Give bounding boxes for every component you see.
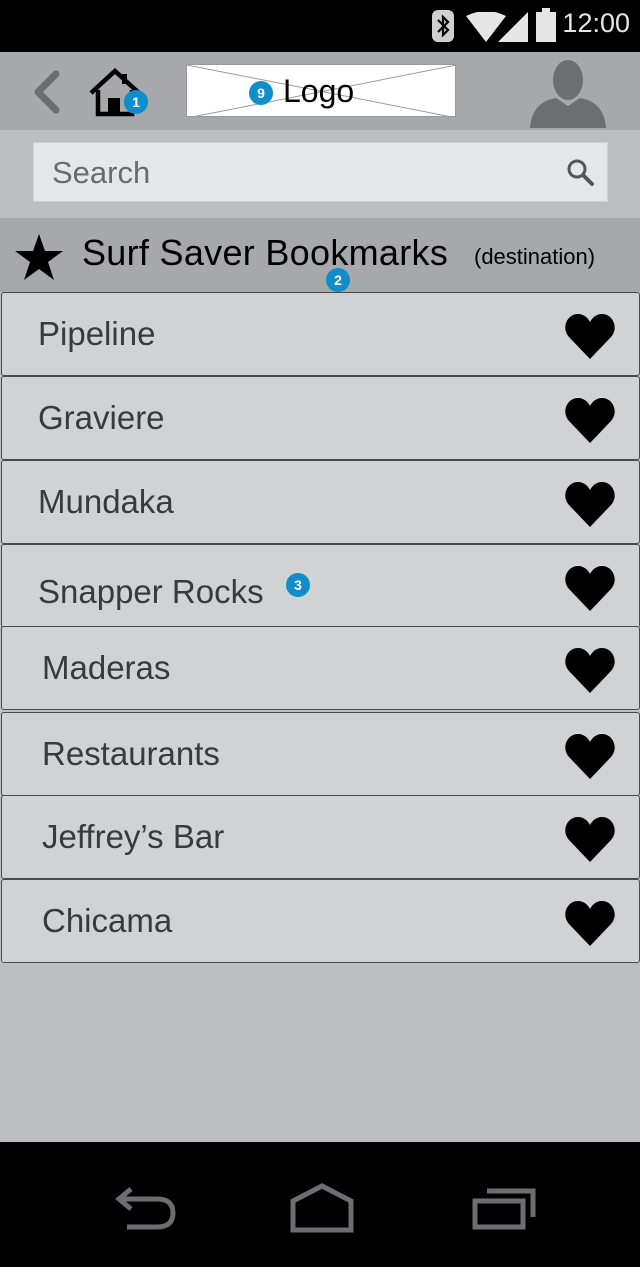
list-item[interactable]: Maderas [1, 626, 640, 710]
nav-recents-icon [472, 1188, 536, 1230]
signal-icon [498, 12, 528, 42]
list-item[interactable]: Restaurants [1, 712, 640, 796]
status-time: 12:00 [562, 8, 630, 38]
annotation-badge: 1 [124, 90, 148, 114]
nav-back-icon [115, 1187, 176, 1230]
avatar-icon[interactable] [528, 58, 608, 128]
list-item[interactable]: Mundaka [1, 460, 640, 544]
heart-icon[interactable] [565, 481, 615, 527]
section-title: Surf Saver Bookmarks [82, 232, 449, 273]
nav-home-icon [290, 1183, 354, 1233]
list-item[interactable]: Chicama [1, 879, 640, 963]
star-icon [15, 234, 63, 280]
heart-icon[interactable] [565, 733, 615, 779]
section-subtitle: (destination) [474, 244, 596, 269]
list-item[interactable]: Pipeline [1, 292, 640, 376]
bookmark-label: Pipeline [38, 315, 156, 352]
heart-icon[interactable] [565, 647, 615, 693]
system-nav-bar [0, 1142, 640, 1267]
status-bar: 12:00 [0, 0, 640, 52]
heart-icon[interactable] [565, 900, 615, 946]
battery-icon [536, 8, 556, 42]
list-item[interactable]: Graviere [1, 376, 640, 460]
bookmark-label: Snapper Rocks [38, 573, 264, 610]
list-item[interactable]: Jeffrey’s Bar [1, 795, 640, 879]
heart-icon[interactable] [565, 397, 615, 443]
app-header: 1 9 Logo [0, 52, 640, 130]
section-header: Surf Saver Bookmarks (destination) 2 [0, 218, 640, 292]
logo-placeholder: 9 Logo [186, 64, 456, 117]
search-box[interactable] [33, 142, 608, 202]
app-screen: 1 9 Logo Surf Saver Bookmar [0, 52, 640, 1142]
list-item[interactable]: Snapper Rocks 3 [1, 544, 640, 628]
bluetooth-icon [432, 10, 454, 42]
bookmark-label: Graviere [38, 399, 165, 436]
annotation-badge: 2 [326, 268, 350, 292]
nav-home-button[interactable] [282, 1178, 362, 1238]
nav-recents-button[interactable] [462, 1178, 542, 1238]
bookmark-label: Maderas [42, 649, 171, 686]
search-bar [0, 130, 640, 218]
bookmark-label: Mundaka [38, 483, 174, 520]
bookmark-label: Jeffrey’s Bar [42, 818, 225, 855]
heart-icon[interactable] [565, 565, 615, 611]
bookmark-label: Restaurants [42, 735, 220, 772]
search-input[interactable] [52, 153, 552, 193]
back-icon[interactable] [28, 68, 68, 116]
bookmark-label: Chicama [42, 902, 173, 939]
search-icon[interactable] [565, 157, 595, 187]
home-button[interactable]: 1 [88, 67, 148, 118]
logo-text: Logo [283, 73, 355, 109]
annotation-badge: 3 [286, 573, 310, 597]
nav-back-button[interactable] [104, 1178, 184, 1238]
heart-icon[interactable] [565, 313, 615, 359]
heart-icon[interactable] [565, 816, 615, 862]
annotation-badge: 9 [249, 81, 273, 105]
